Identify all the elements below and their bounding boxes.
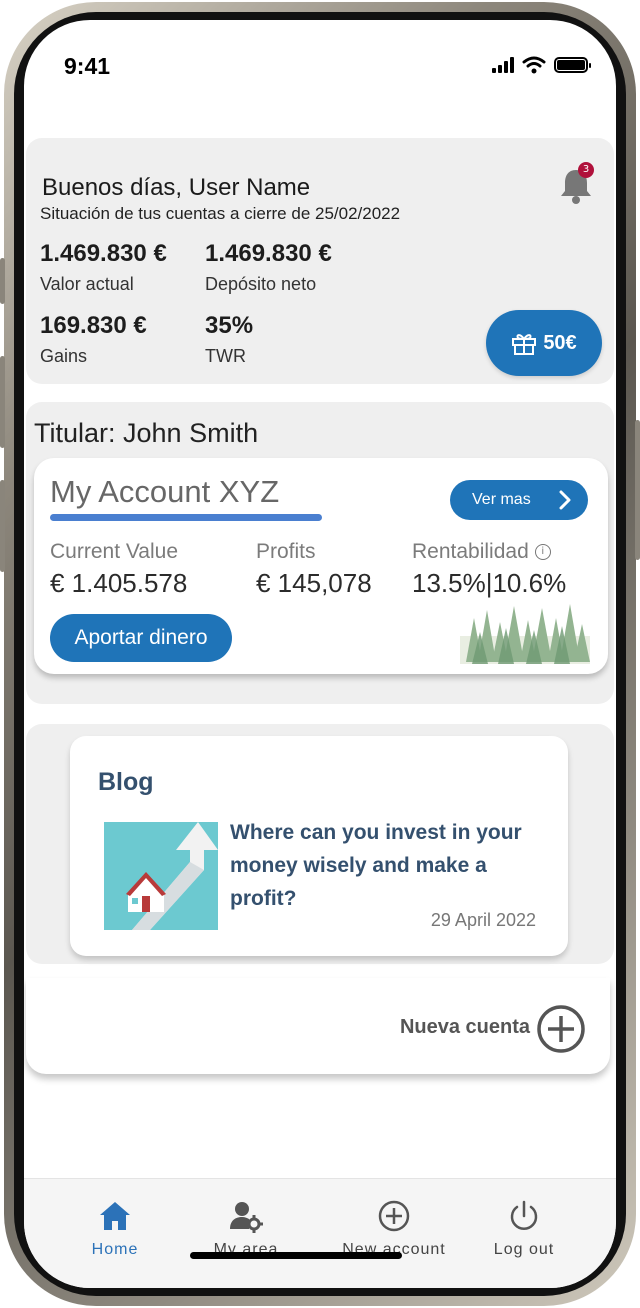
account-name: My Account XYZ (50, 474, 280, 509)
ver-mas-button[interactable]: Ver mas (450, 480, 588, 520)
blog-title: Blog (98, 768, 154, 796)
power-side-button (635, 420, 640, 560)
metric-deposito-neto: 1.469.830 € Depósito neto (205, 240, 332, 295)
bottom-nav: Home My area New account Log out (24, 1178, 616, 1288)
greeting: Buenos días, User Name (42, 174, 311, 201)
new-account-card[interactable]: Nueva cuenta (26, 978, 610, 1074)
ver-mas-label: Ver mas (472, 491, 531, 508)
nav-item-log-out[interactable]: Log out (459, 1199, 589, 1259)
metric-value: 1.469.830 € (205, 240, 332, 267)
home-icon (100, 1202, 130, 1230)
profits-column: Profits € 145,078 (256, 540, 372, 599)
metric-value: 35% (205, 312, 254, 339)
metric-twr: 35% TWR (205, 312, 253, 367)
blog-card[interactable]: Blog Where can you invest in your money … (70, 736, 568, 956)
plus-circle-icon (378, 1200, 410, 1232)
volume-down-button (0, 480, 5, 572)
column-label-row: Rentabilidad i (412, 540, 566, 564)
column-label: Current Value (50, 540, 179, 563)
info-icon[interactable]: i (534, 544, 551, 560)
summary-card: Buenos días, User Name Situación de tus … (26, 138, 614, 384)
plus-circle-icon[interactable] (536, 1004, 586, 1054)
power-icon (510, 1200, 538, 1230)
metric-value: 1.469.830 € (40, 240, 167, 267)
aportar-label: Aportar dinero (74, 626, 208, 649)
home-indicator[interactable] (190, 1252, 402, 1259)
gift-label: 50€ (543, 331, 577, 354)
notifications-button[interactable]: 3 (558, 162, 594, 204)
nav-item-my-area[interactable]: My area (181, 1199, 311, 1259)
column-value: € 1.405.578 (50, 568, 188, 598)
metric-label: Depósito neto (205, 274, 317, 294)
gift-button[interactable]: 50€ (486, 310, 602, 376)
account-card[interactable]: My Account XYZ Ver mas Current Value € 1… (34, 458, 608, 674)
mute-switch (0, 258, 5, 304)
phone-screen: 9:41 Buenos días, User Name Situación de… (24, 20, 616, 1288)
account-name-underline (50, 514, 322, 521)
chevron-right-icon (559, 490, 571, 510)
gift-icon (512, 334, 537, 355)
current-value-column: Current Value € 1.405.578 (50, 540, 187, 599)
user-settings-icon (230, 1202, 263, 1233)
blog-section: Blog Where can you invest in your money … (26, 724, 614, 964)
column-value: 13.5%|10.6% (412, 568, 567, 598)
metric-label: Valor actual (40, 274, 134, 294)
notification-badge: 3 (578, 162, 594, 178)
metric-label: TWR (205, 346, 246, 366)
wifi-icon (522, 56, 546, 74)
aportar-dinero-button[interactable]: Aportar dinero (50, 614, 232, 662)
nav-label: Log out (493, 1241, 555, 1258)
nav-item-home[interactable]: Home (50, 1199, 180, 1259)
metric-label: Gains (40, 346, 88, 366)
nav-item-new-account[interactable]: New account (329, 1199, 459, 1259)
volume-up-button (0, 356, 5, 448)
forest-illustration (460, 604, 590, 664)
status-icons (492, 56, 591, 74)
nav-label: Home (91, 1241, 139, 1258)
blog-headline: Where can you invest in your money wisel… (230, 821, 522, 910)
summary-subtitle: Situación de tus cuentas a cierre de 25/… (40, 204, 401, 223)
column-label: Rentabilidad (412, 540, 529, 563)
blog-date: 29 April 2022 (430, 910, 536, 930)
new-account-label: Nueva cuenta (399, 1016, 530, 1038)
battery-icon (554, 57, 591, 73)
metric-gains: 169.830 € Gains (40, 312, 147, 367)
column-label: Profits (256, 540, 316, 563)
column-value: € 145,078 (256, 568, 372, 598)
account-section: Titular: John Smith My Account XYZ Ver m… (26, 402, 614, 704)
metric-value: 169.830 € (40, 312, 147, 339)
status-bar: 9:41 (24, 20, 616, 110)
blog-thumbnail-house-arrow (104, 822, 218, 930)
cellular-signal-icon (492, 57, 514, 73)
rentabilidad-column: Rentabilidad i 13.5%|10.6% (412, 540, 566, 599)
metric-valor-actual: 1.469.830 € Valor actual (40, 240, 167, 295)
account-holder: Titular: John Smith (34, 418, 259, 448)
status-time: 9:41 (64, 53, 111, 79)
